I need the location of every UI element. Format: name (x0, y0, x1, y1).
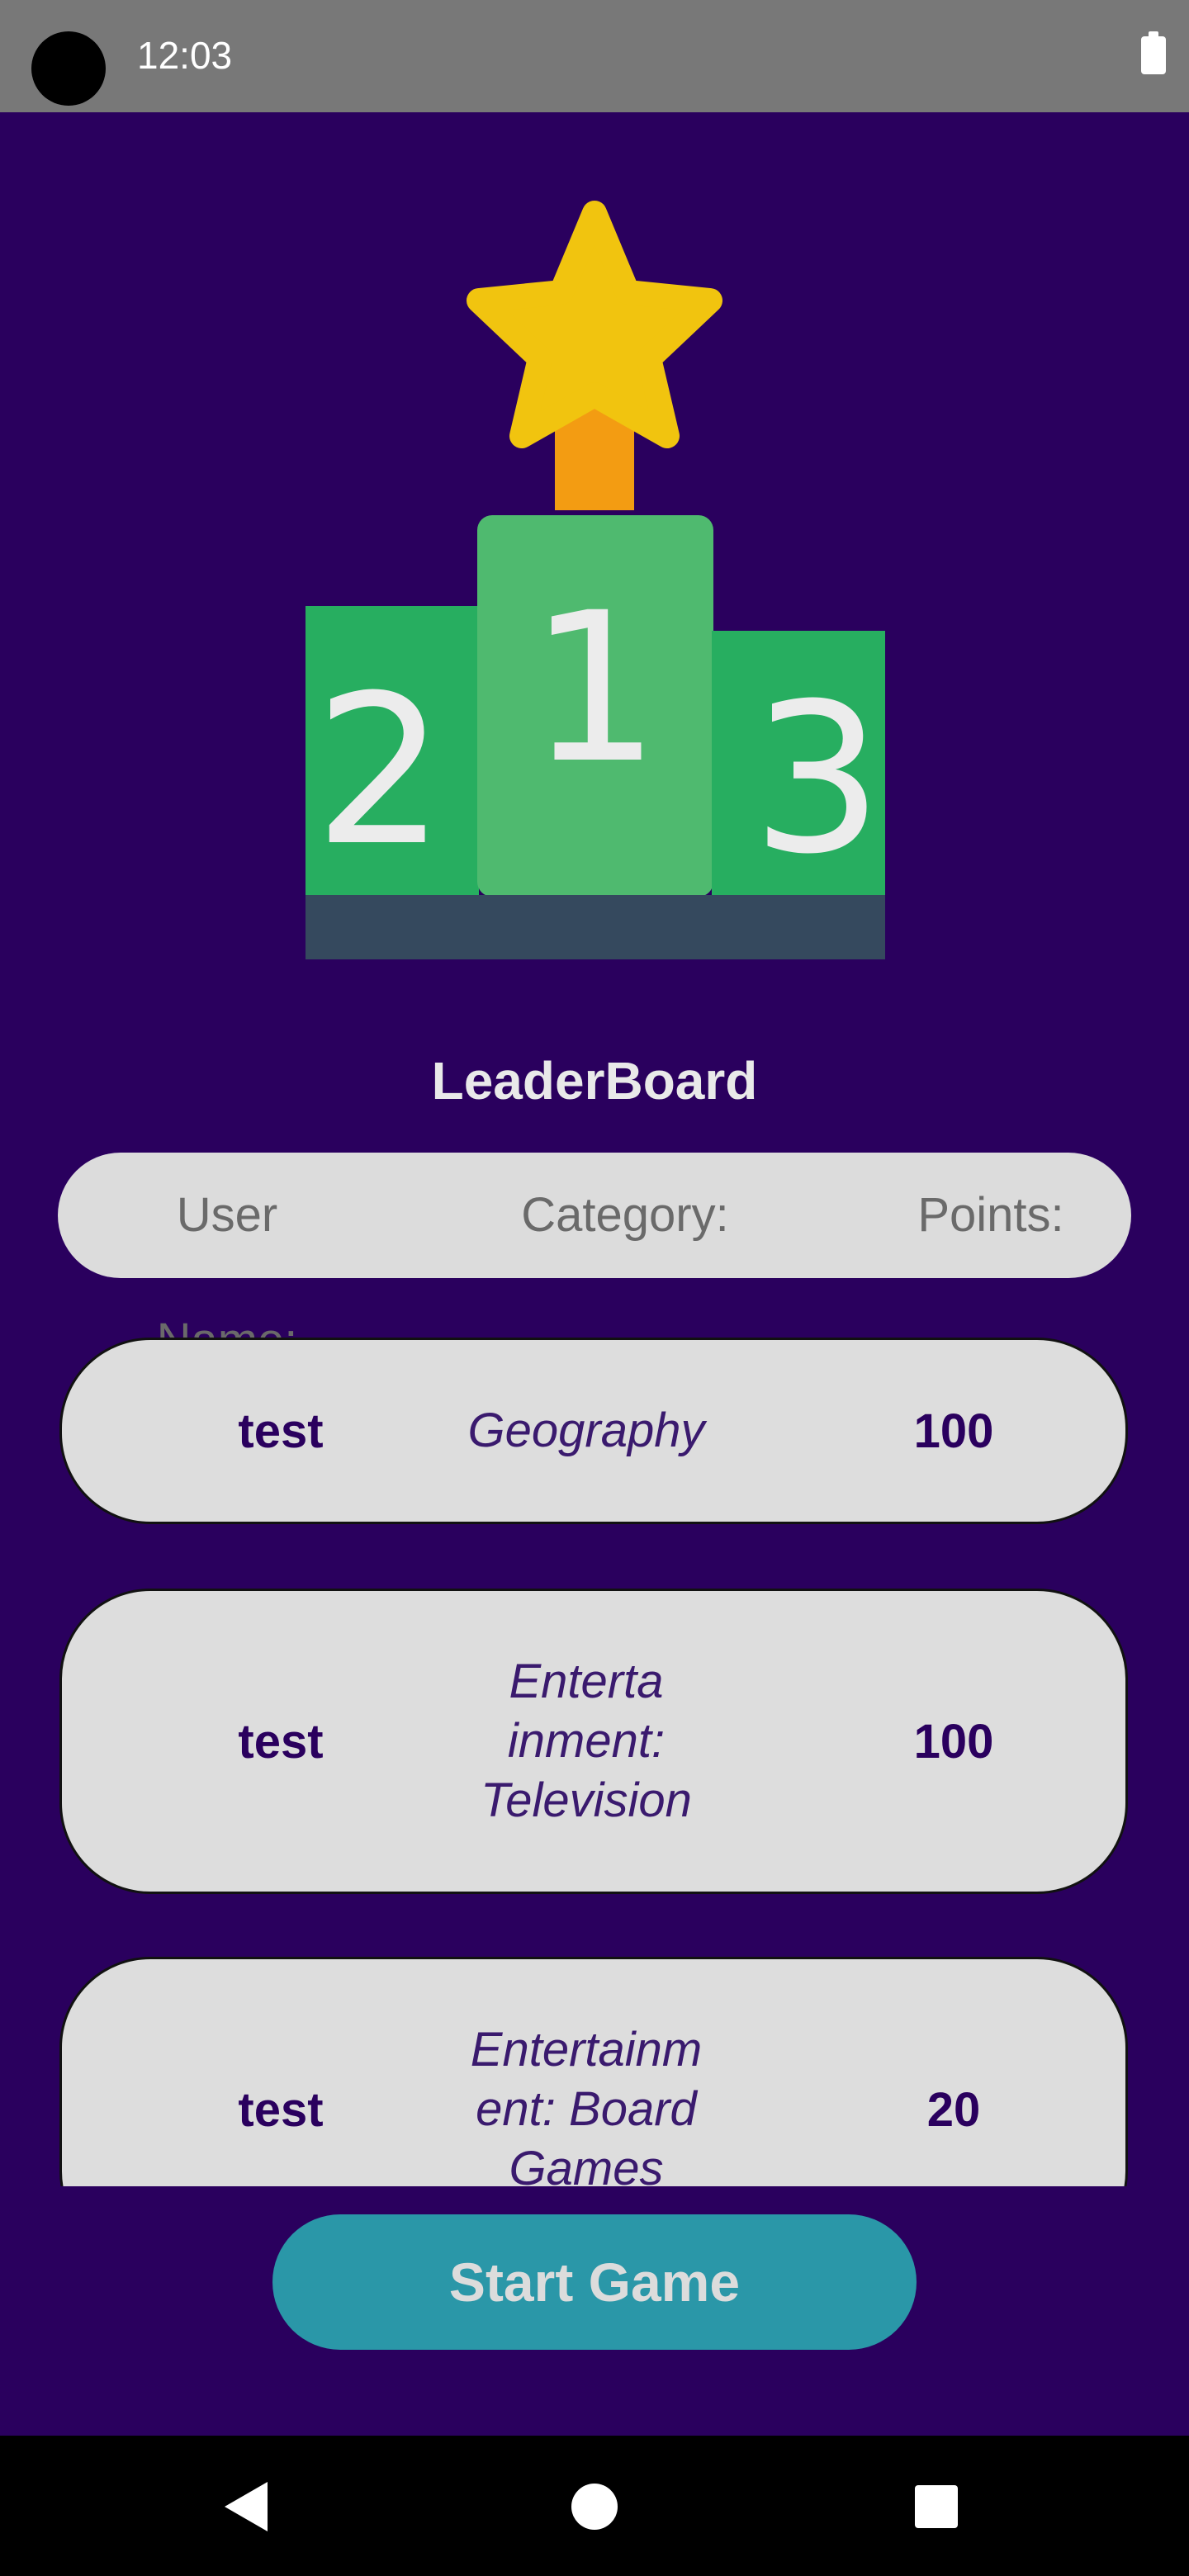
place-2-label: 2 (314, 651, 445, 891)
row-points: 100 (913, 1714, 994, 1769)
podium-base (306, 895, 885, 959)
status-time: 12:03 (137, 34, 233, 77)
recents-icon[interactable] (915, 2485, 958, 2528)
place-3-label: 3 (751, 659, 883, 899)
page-title: LeaderBoard (431, 1051, 758, 1110)
header-user-name: User Name: (157, 1188, 298, 1367)
leaderboard-row: test Entertainm ent: Board Games 20 (59, 1957, 1128, 2186)
leaderboard-header: User Name: Category: Points: (58, 1153, 1131, 1367)
leaderboard-list[interactable]: test Geography 100 test Enterta inment: … (58, 1336, 1131, 2186)
row-user: test (238, 2082, 324, 2137)
row-user: test (238, 1714, 324, 1769)
leaderboard-row: test Geography 100 (59, 1338, 1128, 1524)
row-category: Enterta inment: Television (481, 1655, 692, 1827)
place-1-label: 1 (528, 568, 660, 808)
row-category: Entertainm ent: Board Games (470, 2023, 703, 2186)
row-category: Geography (467, 1404, 705, 1457)
leaderboard-row: test Enterta inment: Television 100 (59, 1589, 1128, 1894)
row-user: test (238, 1404, 324, 1458)
podium-trophy-icon: 2 1 3 (306, 197, 885, 959)
star-icon (467, 201, 722, 448)
row-points: 100 (913, 1404, 994, 1458)
battery-icon (1141, 31, 1166, 74)
system-nav-bar (0, 2436, 1189, 2576)
header-category: Category: (521, 1188, 729, 1242)
row-points: 20 (926, 2082, 981, 2137)
header-points: Points: (917, 1188, 1064, 1242)
home-icon[interactable] (571, 2484, 618, 2530)
back-icon[interactable] (225, 2482, 268, 2531)
status-bar: 12:03 (0, 0, 1189, 112)
camera-cutout (31, 31, 106, 106)
start-game-button[interactable]: Start Game (272, 2214, 917, 2350)
